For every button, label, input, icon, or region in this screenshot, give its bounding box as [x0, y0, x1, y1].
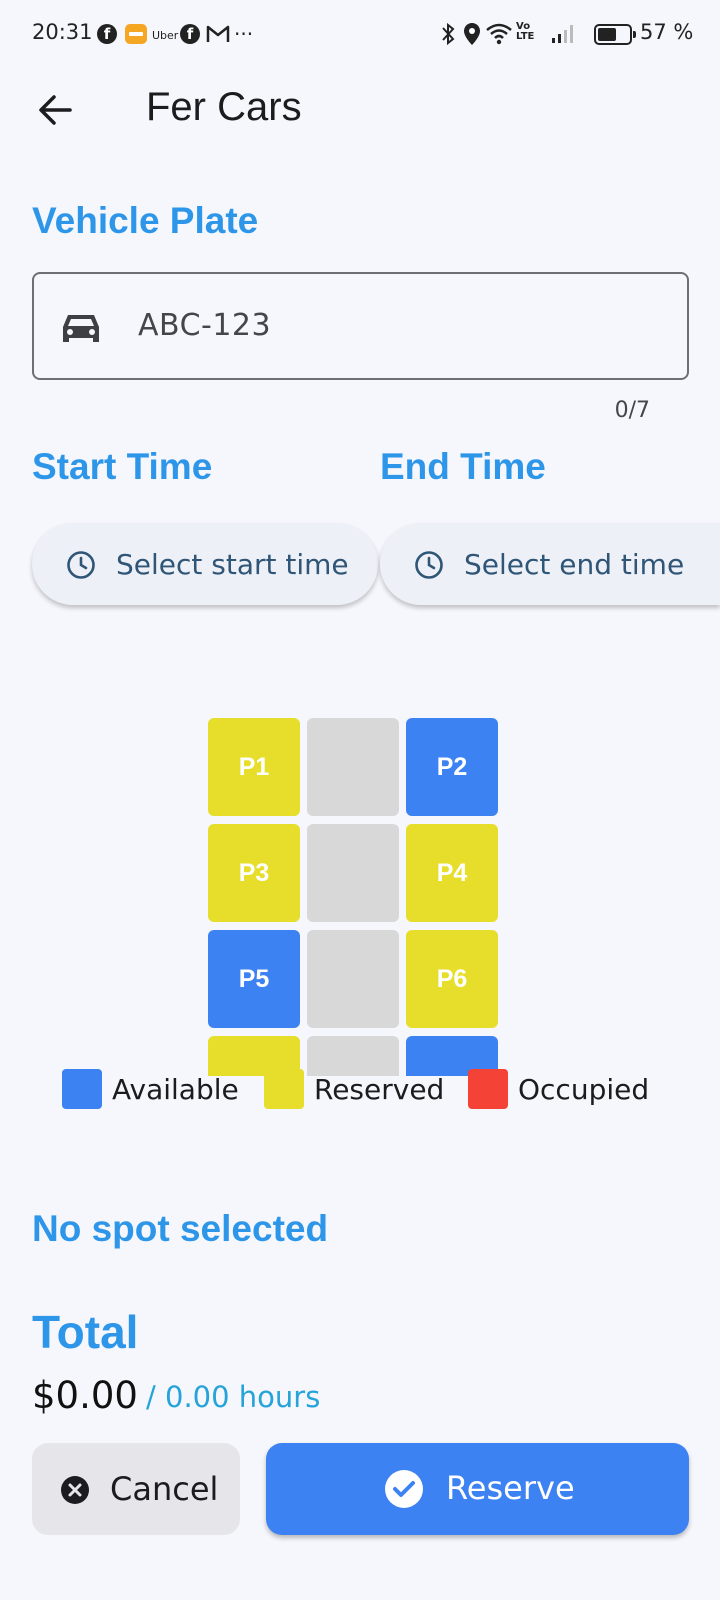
driving-lane	[307, 824, 399, 922]
reserve-button[interactable]: Reserve	[266, 1443, 689, 1535]
total-hours: / 0.00 hours	[146, 1380, 321, 1414]
legend-swatch-reserved	[264, 1069, 304, 1109]
vehicle-plate-input[interactable]: ABC-123	[138, 308, 271, 343]
cancel-icon	[61, 1476, 89, 1504]
parking-spot-p2[interactable]: P2	[406, 718, 498, 816]
more-notifications-icon: ···	[234, 22, 254, 46]
location-icon	[464, 23, 480, 45]
volte-icon: Vo LTE	[516, 21, 535, 42]
bluetooth-icon	[442, 22, 455, 46]
end-time-label: Select end time	[464, 548, 685, 581]
reserve-label: Reserve	[446, 1469, 575, 1507]
total-heading: Total	[32, 1306, 139, 1358]
gmail-icon	[206, 25, 230, 42]
parking-spot-p5[interactable]: P5	[208, 930, 300, 1028]
legend-swatch-occupied	[468, 1069, 508, 1109]
parking-spot-p1[interactable]: P1	[208, 718, 300, 816]
parking-spot-p3[interactable]: P3	[208, 824, 300, 922]
selected-spot-status: No spot selected	[32, 1208, 329, 1249]
total-price: $0.00	[32, 1374, 138, 1417]
vehicle-plate-heading: Vehicle Plate	[32, 200, 259, 241]
character-counter: 0/7	[614, 398, 650, 423]
wifi-icon	[486, 23, 512, 45]
facebook-icon: f	[97, 24, 117, 44]
battery-icon	[594, 24, 636, 45]
driving-lane	[307, 1036, 399, 1076]
cancel-button[interactable]: Cancel	[32, 1443, 240, 1535]
legend-swatch-available	[62, 1069, 102, 1109]
parking-spot-p6[interactable]: P6	[406, 930, 498, 1028]
wallet-icon	[125, 24, 147, 44]
select-start-time-button[interactable]: Select start time	[32, 523, 378, 605]
parking-spot-p4[interactable]: P4	[406, 824, 498, 922]
facebook-icon: f	[180, 24, 200, 44]
start-time-heading: Start Time	[32, 446, 213, 487]
status-bar: 20:31 f Uber f ··· Vo LTE 57 %	[0, 0, 720, 70]
uber-icon: Uber	[152, 29, 179, 42]
check-circle-icon	[385, 1470, 423, 1508]
cancel-label: Cancel	[110, 1470, 219, 1508]
battery-percent: 57 %	[640, 20, 694, 44]
back-button[interactable]	[30, 84, 82, 136]
driving-lane	[307, 930, 399, 1028]
legend-label: Reserved	[314, 1073, 445, 1106]
back-arrow-icon	[39, 95, 72, 125]
end-time-heading: End Time	[380, 446, 546, 487]
parking-grid[interactable]: P1 P2 P3 P4 P5 P6	[208, 718, 508, 1076]
signal-icon	[552, 25, 573, 43]
vehicle-plate-field[interactable]: ABC-123	[32, 272, 689, 380]
driving-lane	[307, 718, 399, 816]
car-icon	[63, 315, 99, 342]
start-time-label: Select start time	[116, 548, 349, 581]
status-time: 20:31	[32, 20, 93, 44]
select-end-time-button[interactable]: Select end time	[380, 523, 720, 605]
page-title: Fer Cars	[146, 85, 302, 129]
clock-icon	[415, 551, 443, 579]
clock-icon	[67, 551, 95, 579]
legend-label: Occupied	[518, 1073, 650, 1106]
legend-label: Available	[112, 1073, 239, 1106]
